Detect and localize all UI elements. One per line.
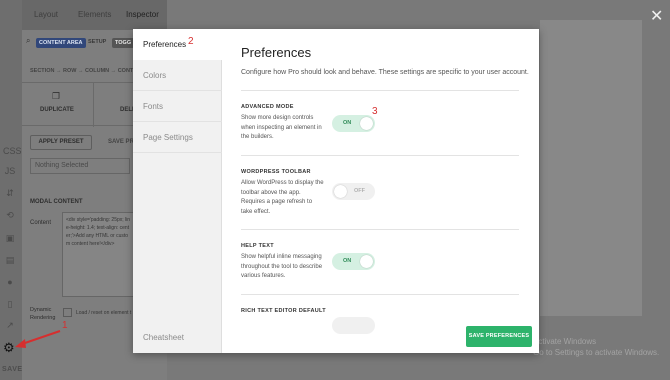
annotation-3: 3	[372, 106, 378, 117]
annotation-arrow	[15, 330, 61, 348]
annotation-1: 1	[62, 320, 68, 331]
annotation-2: 2	[188, 36, 194, 47]
